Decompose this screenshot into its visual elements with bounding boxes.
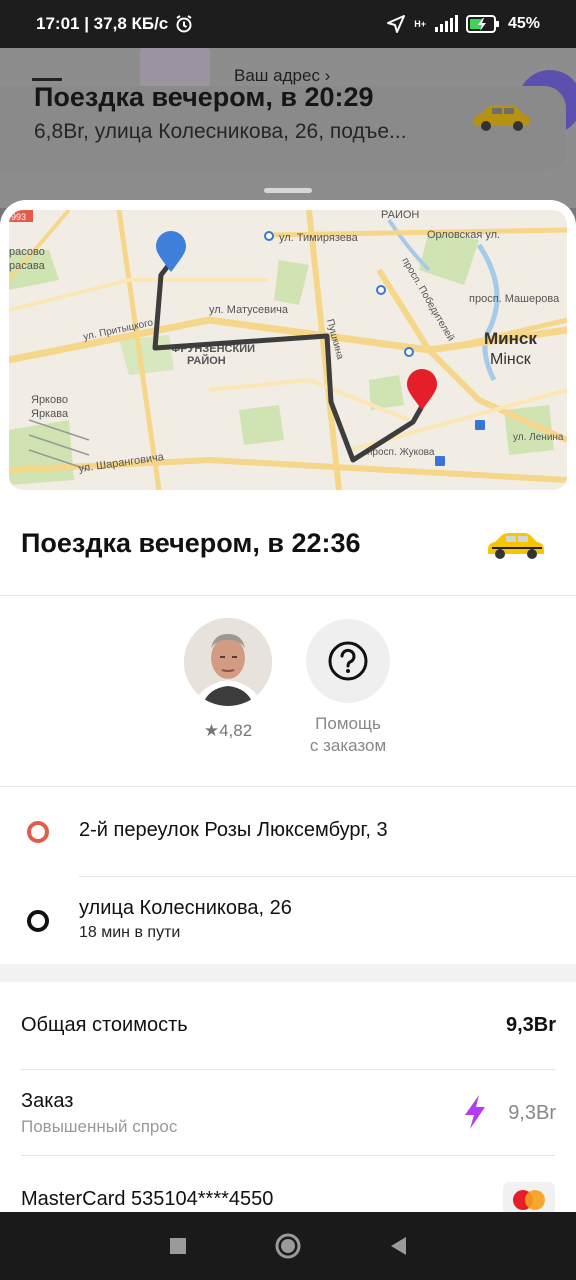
map-label-orlovskaya: Орловская ул. [427,229,500,241]
help-button[interactable] [306,619,390,703]
map-label-minsk-by: Мінск [490,351,532,368]
battery-charging-icon [465,15,499,33]
trip-duration: 18 мин в пути [79,924,181,941]
payment-card-label: MasterCard 535104****4550 [21,1188,274,1210]
total-cost-row: Общая стоимость 9,3Br [0,982,576,1070]
home-icon[interactable] [274,1232,302,1260]
map-label-timiryazeva: ул. Тимирязева [279,232,359,244]
map-label-masherova: просп. Машерова [469,293,560,305]
upcoming-trip-subtitle: 6,8Br, улица Колесникова, 26, подъе... [34,120,407,143]
map-label-minsk: Минск [484,329,537,348]
taxi-car-icon [488,533,544,559]
route-map-svg: РАЙОН Орловская ул. ул. Тимирязева расов… [9,210,567,490]
total-cost-label: Общая стоимость [21,1014,188,1036]
map-label-yarkovo: Ярково [31,394,68,406]
order-row: Заказ Повышенный спрос 9,3Br [0,1070,576,1156]
mastercard-icon [503,1182,555,1212]
trip-details-sheet: РАЙОН Орловская ул. ул. Тимирязева расов… [0,200,576,1212]
system-nav-bar [0,1212,576,1280]
map-road-code: 993 [11,212,26,222]
route-map[interactable]: РАЙОН Орловская ул. ул. Тимирязева расов… [9,210,567,490]
driver-section: ★4,82 Помощь с заказом [0,597,576,787]
map-label-raion-2: РАЙОН [187,354,226,367]
map-label-matusevicha: ул. Матусевича [209,304,289,316]
menu-icon[interactable] [32,78,62,81]
location-arrow-icon [387,15,406,33]
driver-rating: ★4,82 [203,721,253,740]
question-icon [328,641,368,681]
order-sub: Повышенный спрос [21,1117,178,1136]
map-label-yarkava: Яркава [31,408,69,420]
star-icon: ★ [203,721,220,740]
start-pin-icon [156,231,186,272]
status-bar: 17:01 | 37,8 КБ/с H+ 45% [0,0,576,48]
destination-address[interactable]: улица Колесникова, 26 [79,897,292,920]
alarm-icon [176,15,192,33]
sheet-grabber[interactable] [264,188,312,193]
origin-point-icon [27,821,49,843]
map-label-lenina: ул. Ленина [513,432,564,443]
help-label: Помощь с заказом [309,714,387,755]
status-time: 17:01 | 37,8 КБ/с [36,14,169,33]
recents-icon[interactable] [168,1236,188,1256]
taxi-car-icon [474,105,530,131]
payment-row[interactable]: MasterCard 535104****4550 [0,1156,576,1212]
back-icon[interactable] [388,1235,408,1257]
route-divider [79,876,576,877]
destination-point-icon [27,910,49,932]
total-cost-value: 9,3Br [505,1014,556,1036]
route-section: 2-й переулок Розы Люксембург, 3 улица Ко… [0,788,576,964]
surge-lightning-icon [465,1095,485,1129]
section-gap [0,964,576,982]
map-label-rasava: расава [9,260,46,272]
order-label: Заказ [21,1090,74,1112]
network-type: H+ [414,19,426,29]
map-label-rasovo: расово [9,246,45,258]
upcoming-trip-title: Поездка вечером, в 20:29 [34,82,374,112]
destination-pin-icon [407,369,437,410]
map-label-zhukova: просп. Жукова [367,447,435,458]
map-label-sharangovicha: ул. Шаранговича [78,451,166,475]
trip-title: Поездка вечером, в 22:36 [21,528,361,558]
order-value: 9,3Br [508,1102,556,1124]
origin-address[interactable]: 2-й переулок Розы Люксембург, 3 [79,819,388,842]
background-screen: Ваш адрес › Поездка вечером, в 20:29 6,8… [0,48,576,208]
map-label-raion: РАЙОН [381,210,419,221]
battery-percent: 45% [507,15,540,32]
driver-avatar[interactable] [184,618,272,706]
signal-icon [434,15,458,32]
